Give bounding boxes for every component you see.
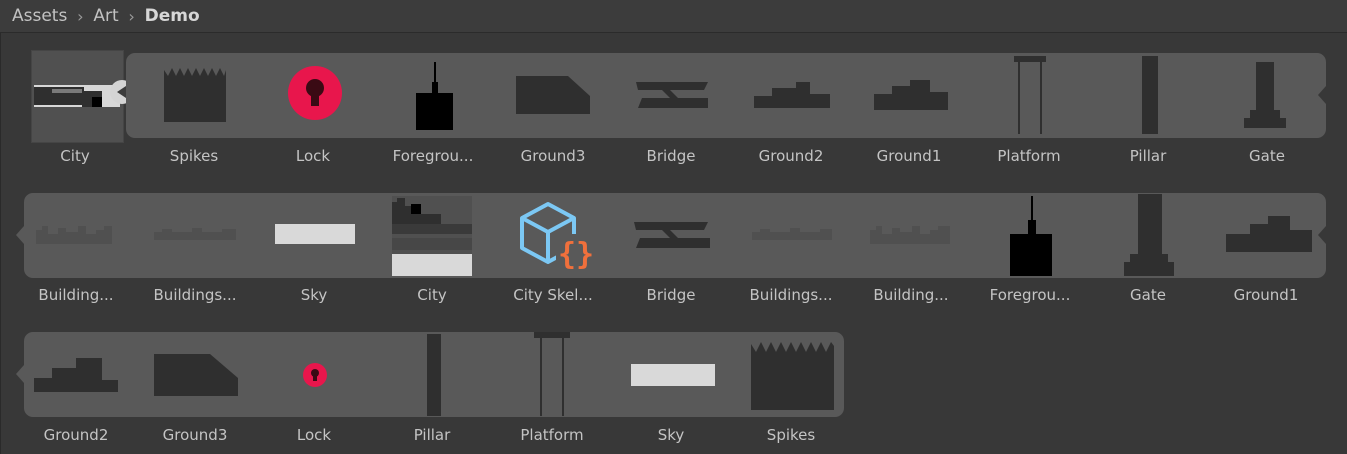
strip-start-notch: [16, 365, 24, 383]
asset-label: Ground2: [43, 426, 109, 444]
pillar-sprite[interactable]: [1138, 54, 1162, 136]
asset-label: Buildings...: [749, 286, 833, 304]
asset-label: Lock: [295, 147, 331, 165]
asset-label: Spikes: [766, 426, 816, 444]
lock-icon[interactable]: [300, 360, 330, 390]
ground2-sprite[interactable]: [32, 354, 122, 396]
asset-label: Building...: [38, 286, 114, 304]
strip-end-notch: [1318, 226, 1326, 244]
bridge-sprite[interactable]: [630, 216, 714, 254]
asset-label: Pillar: [413, 426, 451, 444]
script-cube-icon[interactable]: {}: [518, 200, 598, 274]
ground1-sprite[interactable]: [870, 76, 952, 114]
pillar-sprite[interactable]: [424, 332, 444, 418]
asset-label: Gate: [1249, 147, 1285, 165]
strip-end-notch: [1318, 86, 1326, 104]
ground3-sprite[interactable]: [512, 72, 594, 116]
asset-label: Platform: [997, 147, 1061, 165]
chevron-right-icon: ›: [77, 6, 84, 26]
buildings-sprite[interactable]: [750, 226, 834, 242]
breadcrumb-demo[interactable]: Demo: [143, 6, 202, 26]
spikes-sprite[interactable]: [748, 338, 836, 412]
asset-label: City Skel...: [513, 286, 593, 304]
asset-label: Building...: [873, 286, 949, 304]
platform-sprite[interactable]: [1012, 54, 1048, 136]
asset-label: Platform: [520, 426, 584, 444]
ground2-sprite[interactable]: [750, 78, 834, 112]
city-sprite-thumb: [34, 85, 120, 107]
breadcrumb: Assets › Art › Demo: [0, 0, 1347, 33]
buildings-sprite[interactable]: [868, 222, 952, 246]
asset-label: Pillar: [1129, 147, 1167, 165]
spikes-sprite[interactable]: [160, 62, 230, 124]
asset-label: Bridge: [646, 147, 696, 165]
strip-start-notch: [16, 226, 24, 244]
asset-label: Sky: [657, 426, 685, 444]
asset-label: Ground2: [758, 147, 824, 165]
chevron-right-icon: ›: [128, 6, 135, 26]
foreground-sprite[interactable]: [408, 58, 458, 132]
buildings-sprite[interactable]: [152, 226, 238, 242]
city-sprite[interactable]: [391, 194, 473, 278]
breadcrumb-art[interactable]: Art: [91, 6, 120, 26]
asset-label: Foregrou...: [989, 286, 1071, 304]
platform-sprite[interactable]: [532, 332, 572, 418]
asset-label: City: [60, 147, 90, 165]
sky-sprite[interactable]: [630, 362, 716, 388]
asset-label: Ground3: [520, 147, 586, 165]
gate-sprite[interactable]: [1242, 58, 1288, 130]
bridge-sprite[interactable]: [630, 76, 714, 114]
asset-label: Gate: [1130, 286, 1166, 304]
gate-sprite[interactable]: [1120, 192, 1182, 278]
svg-text:{}: {}: [558, 237, 594, 272]
breadcrumb-assets[interactable]: Assets: [10, 6, 69, 26]
asset-label: Ground3: [162, 426, 228, 444]
asset-label: Sky: [300, 286, 328, 304]
asset-label: Bridge: [646, 286, 696, 304]
asset-label: Ground1: [876, 147, 942, 165]
ground1-sprite[interactable]: [1224, 212, 1314, 254]
asset-label: Lock: [296, 426, 332, 444]
asset-label: Spikes: [169, 147, 219, 165]
sky-sprite[interactable]: [274, 222, 356, 246]
asset-label: Ground1: [1233, 286, 1299, 304]
buildings-sprite[interactable]: [34, 222, 118, 246]
asset-label: City: [417, 286, 447, 304]
foreground-sprite[interactable]: [1004, 192, 1056, 278]
ground3-sprite[interactable]: [152, 352, 242, 398]
asset-label: Foregrou...: [392, 147, 474, 165]
lock-icon[interactable]: [284, 64, 346, 122]
asset-label: Buildings...: [153, 286, 237, 304]
